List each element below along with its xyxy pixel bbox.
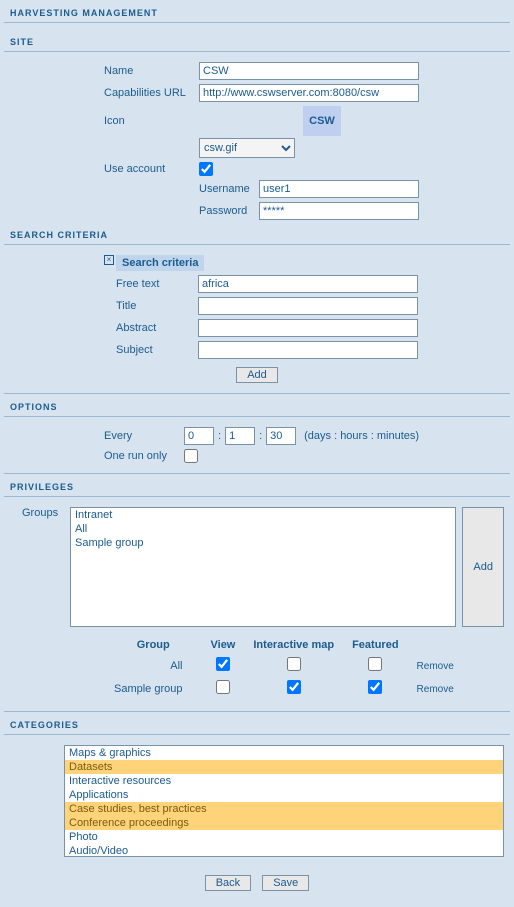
imap-checkbox[interactable] [287,657,301,671]
capabilities-input[interactable] [199,84,419,102]
capabilities-label: Capabilities URL [104,87,199,99]
password-input[interactable] [259,202,419,220]
freetext-input[interactable] [198,275,418,293]
days-input[interactable] [184,427,214,445]
every-label: Every [104,430,184,442]
freetext-label: Free text [116,278,198,290]
criteria-title: Search criteria [116,255,204,271]
imap-checkbox[interactable] [287,680,301,694]
list-item[interactable]: Conference proceedings [65,816,503,830]
list-item[interactable]: Case studies, best practices [65,802,503,816]
list-item[interactable]: Maps & graphics [65,746,503,760]
privileges-header: PRIVILEGES [4,478,510,497]
table-row: Sample group Remove [106,678,462,699]
password-label: Password [199,205,259,217]
one-run-checkbox[interactable] [184,449,198,463]
abstract-input[interactable] [198,319,418,337]
save-button[interactable]: Save [262,875,309,891]
list-item[interactable]: All [71,522,455,536]
col-imap: Interactive map [245,637,342,653]
featured-checkbox[interactable] [368,680,382,694]
add-group-button[interactable]: Add [462,507,504,627]
privileges-table: Group View Interactive map Featured All … [104,635,464,701]
featured-checkbox[interactable] [368,657,382,671]
col-featured: Featured [344,637,406,653]
table-row: All Remove [106,655,462,676]
groups-listbox[interactable]: Intranet All Sample group [70,507,456,627]
remove-link[interactable]: Remove [417,661,454,672]
add-criteria-button[interactable]: Add [236,367,278,383]
subject-input[interactable] [198,341,418,359]
icon-label: Icon [104,115,199,127]
site-header: SITE [4,33,510,52]
title-label: Title [116,300,198,312]
use-account-label: Use account [104,163,199,175]
minutes-input[interactable] [266,427,296,445]
categories-header: CATEGORIES [4,716,510,735]
list-item[interactable]: Applications [65,788,503,802]
username-input[interactable] [259,180,419,198]
search-header: SEARCH CRITERIA [4,226,510,245]
colon1: : [214,430,225,442]
hours-input[interactable] [225,427,255,445]
name-input[interactable] [199,62,419,80]
username-label: Username [199,183,259,195]
colon2: : [255,430,266,442]
options-header: OPTIONS [4,398,510,417]
col-view: View [203,637,244,653]
list-item[interactable]: Intranet [71,508,455,522]
remove-link[interactable]: Remove [417,684,454,695]
list-item[interactable]: Datasets [65,760,503,774]
page-title: HARVESTING MANAGEMENT [4,4,510,23]
groups-label: Groups [22,507,64,627]
icon-select[interactable]: csw.gif [199,138,295,158]
time-hint: (days : hours : minutes) [304,430,419,442]
close-icon[interactable]: × [104,255,114,265]
csw-icon: CSW [303,106,341,136]
abstract-label: Abstract [116,322,198,334]
back-button[interactable]: Back [205,875,251,891]
name-label: Name [104,65,199,77]
view-checkbox[interactable] [216,680,230,694]
list-item[interactable]: Sample group [71,536,455,550]
list-item[interactable]: Audio/Video [65,844,503,857]
list-item[interactable]: Interactive resources [65,774,503,788]
use-account-checkbox[interactable] [199,162,213,176]
view-checkbox[interactable] [216,657,230,671]
subject-label: Subject [116,344,198,356]
list-item[interactable]: Photo [65,830,503,844]
row-name: Sample group [106,678,201,699]
categories-listbox[interactable]: Maps & graphicsDatasetsInteractive resou… [64,745,504,857]
col-group: Group [106,637,201,653]
row-name: All [106,655,201,676]
one-run-label: One run only [104,450,184,462]
title-input[interactable] [198,297,418,315]
